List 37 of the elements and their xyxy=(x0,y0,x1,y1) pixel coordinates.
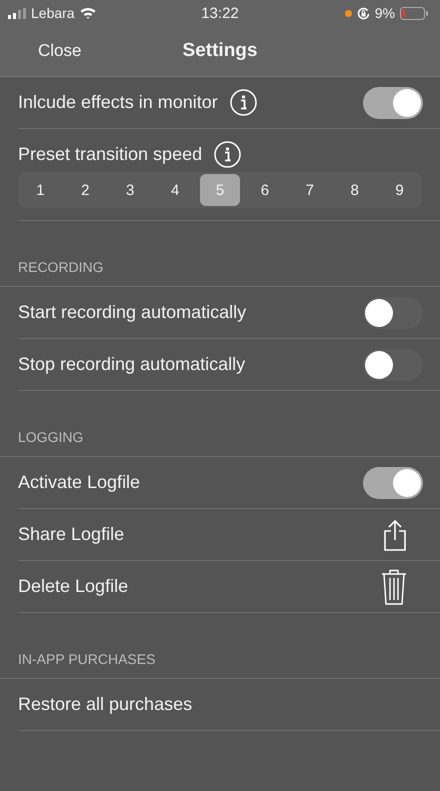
speed-option[interactable]: 1 xyxy=(20,174,61,206)
setting-label: Share Logfile xyxy=(18,524,124,545)
setting-label: Stop recording automatically xyxy=(18,354,246,375)
section-header: IN-APP PURCHASES xyxy=(18,651,156,667)
section-header: LOGGING xyxy=(18,429,84,445)
rotation-lock-icon xyxy=(356,6,370,20)
section-header: RECORDING xyxy=(18,259,104,275)
setting-label: Activate Logfile xyxy=(18,472,140,493)
carrier-name: Lebara xyxy=(31,5,75,21)
toggle-switch[interactable] xyxy=(363,466,423,498)
speed-option[interactable]: 2 xyxy=(64,174,106,206)
speed-option[interactable]: 4 xyxy=(154,174,196,206)
info-icon[interactable] xyxy=(230,89,257,116)
battery-icon xyxy=(400,6,428,20)
setting-label: Start recording automatically xyxy=(18,302,246,323)
setting-label: Inlcude effects in monitor xyxy=(18,92,218,113)
wifi-icon xyxy=(80,7,96,19)
signal-icon xyxy=(8,8,26,18)
speed-option[interactable]: 3 xyxy=(110,174,151,206)
info-icon[interactable] xyxy=(214,141,242,168)
toggle-switch[interactable] xyxy=(363,86,423,118)
speed-option[interactable]: 9 xyxy=(379,174,420,206)
share-icon[interactable] xyxy=(383,518,407,550)
setting-label: Restore all purchases xyxy=(18,694,192,715)
setting-label: Preset transition speed xyxy=(18,144,202,165)
setting-label: Delete Logfile xyxy=(18,576,128,597)
trash-icon[interactable] xyxy=(381,568,407,604)
toggle-switch[interactable] xyxy=(363,348,423,380)
screen-title: Settings xyxy=(182,40,258,62)
speed-option[interactable]: 8 xyxy=(334,174,376,206)
battery-percent: 9% xyxy=(374,5,395,21)
close-button[interactable]: Close xyxy=(0,41,82,61)
speed-option[interactable]: 6 xyxy=(244,174,286,206)
speed-option[interactable]: 7 xyxy=(289,174,330,206)
recording-dot-icon xyxy=(344,10,352,16)
toggle-switch[interactable] xyxy=(363,296,423,328)
status-time: 13:22 xyxy=(200,4,240,22)
